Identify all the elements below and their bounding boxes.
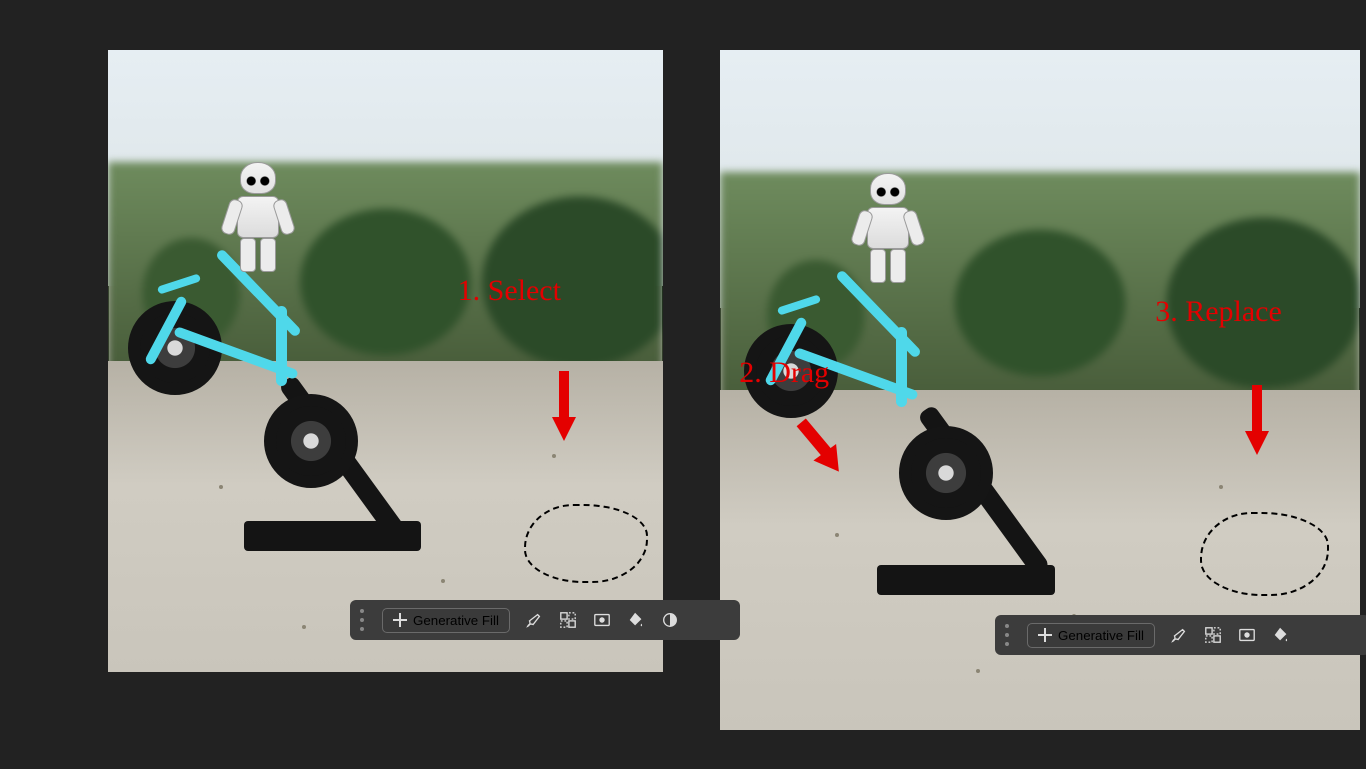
annotation-arrow-step1 [552, 417, 576, 441]
annotation-step3: 3. Replace [1155, 295, 1282, 329]
contextual-task-bar[interactable]: Generative Fill [350, 600, 740, 640]
photo-subject-lego [141, 193, 463, 579]
select-subject-icon[interactable] [558, 610, 578, 630]
photo-minifigure [855, 173, 921, 288]
fill-bucket-icon[interactable] [1271, 625, 1291, 645]
generative-fill-button[interactable]: Generative Fill [1027, 623, 1155, 648]
workspace-canvas: 1. Select 2. Drag [0, 0, 1366, 769]
lasso-selection-marquee[interactable] [1200, 512, 1329, 596]
select-subject-icon[interactable] [1203, 625, 1223, 645]
mask-icon[interactable] [1237, 625, 1257, 645]
annotation-step2: 2. Drag [739, 356, 829, 390]
annotation-step1: 1. Select [458, 274, 561, 308]
photo-minifigure [225, 162, 291, 277]
taskbar-drag-grip-icon[interactable] [360, 609, 364, 631]
mask-icon[interactable] [592, 610, 612, 630]
generative-fill-label: Generative Fill [1058, 628, 1144, 643]
generative-fill-label: Generative Fill [413, 613, 499, 628]
image-panel-before[interactable]: 1. Select [108, 50, 663, 672]
adjust-contrast-icon[interactable] [660, 610, 680, 630]
lasso-selection-marquee[interactable] [524, 504, 648, 583]
generative-fill-button[interactable]: Generative Fill [382, 608, 510, 633]
contextual-task-bar[interactable]: Generative Fill [995, 615, 1366, 655]
annotation-arrow-step3 [1245, 431, 1269, 455]
fill-bucket-icon[interactable] [626, 610, 646, 630]
brush-icon[interactable] [524, 610, 544, 630]
brush-icon[interactable] [1169, 625, 1189, 645]
photo-subject-lego [758, 206, 1129, 628]
sparkle-icon [1038, 628, 1052, 642]
taskbar-drag-grip-icon[interactable] [1005, 624, 1009, 646]
sparkle-icon [393, 613, 407, 627]
